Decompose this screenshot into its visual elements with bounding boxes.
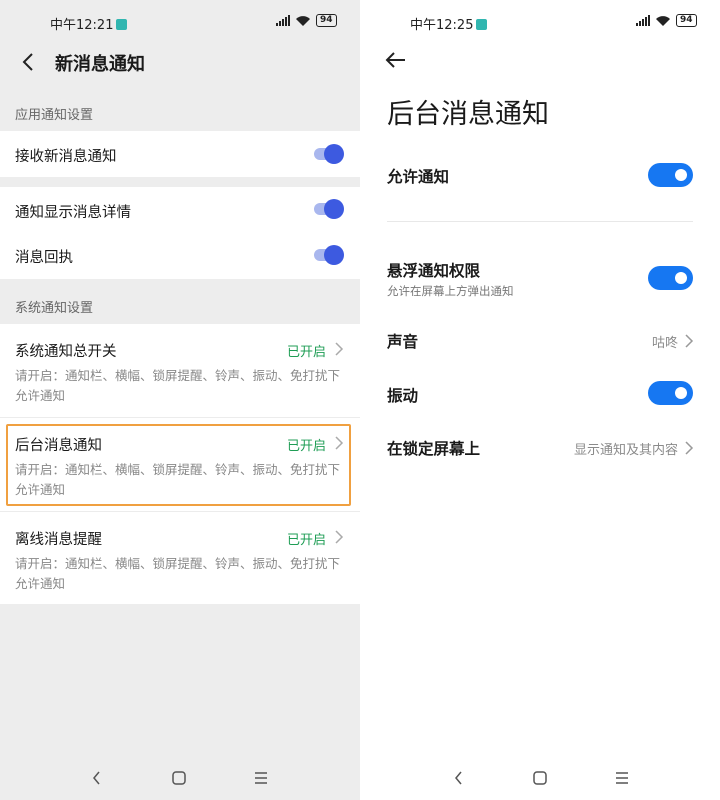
- navigation-bar: [0, 756, 360, 800]
- system-section-label: 系统通知设置: [15, 301, 94, 316]
- wifi-icon: [296, 15, 310, 26]
- nav-home-icon: [533, 771, 547, 785]
- back-arrow-icon[interactable]: [384, 48, 408, 72]
- detail-card: 通知显示消息详情 消息回执: [0, 187, 360, 279]
- allow-notification-label: 允许通知: [387, 168, 450, 186]
- new-message-notification-screen: 中午12:21 94 新消息通知 应用通知设置 接收新消息通知 通知显示消息详情…: [0, 0, 360, 800]
- chevron-right-icon: [685, 334, 694, 348]
- page-title: 后台消息通知: [387, 99, 549, 130]
- system-master-row[interactable]: 系统通知总开关 已开启 请开启：通知栏、横幅、锁屏提醒、铃声、振动、免打扰下允许…: [0, 324, 360, 418]
- background-notification-screen: 中午12:25 94 后台消息通知 允许通知 悬浮通知权限 允许在屏幕上方弹出通…: [360, 0, 720, 800]
- receipt-toggle[interactable]: [314, 245, 344, 265]
- system-master-status: 已开启: [286, 345, 326, 360]
- nav-back-icon: [92, 771, 100, 785]
- status-icons: 94: [636, 14, 697, 27]
- lockscreen-label: 在锁定屏幕上: [387, 440, 481, 458]
- chevron-right-icon: [685, 441, 694, 455]
- nav-menu-button[interactable]: [612, 768, 632, 788]
- lockscreen-row[interactable]: 在锁定屏幕上 显示通知及其内容: [360, 428, 720, 466]
- status-time: 中午12:25: [410, 14, 488, 33]
- nav-home-button[interactable]: [169, 768, 189, 788]
- receive-notification-row[interactable]: 接收新消息通知: [0, 131, 360, 177]
- back-button[interactable]: [14, 48, 42, 76]
- vibrate-row[interactable]: 振动: [360, 376, 720, 414]
- status-time: 中午12:21: [50, 14, 128, 33]
- nav-menu-icon: [616, 772, 628, 784]
- offline-reminder-desc: 请开启：通知栏、横幅、锁屏提醒、铃声、振动、免打扰下允许通知: [15, 556, 341, 591]
- floating-notification-sub: 允许在屏幕上方弹出通知: [387, 284, 514, 298]
- header: 新消息通知: [0, 40, 360, 84]
- allow-notification-toggle[interactable]: [648, 163, 693, 187]
- receipt-row[interactable]: 消息回执: [0, 233, 360, 279]
- system-master-desc: 请开启：通知栏、横幅、锁屏提醒、铃声、振动、免打扰下允许通知: [15, 368, 341, 403]
- receive-notification-label: 接收新消息通知: [15, 149, 117, 165]
- offline-reminder-status: 已开启: [286, 533, 326, 548]
- status-bar: 中午12:21 94: [0, 0, 360, 44]
- lockscreen-value: 显示通知及其内容: [573, 443, 678, 458]
- floating-notification-label: 悬浮通知权限: [387, 262, 481, 280]
- page-title: 新消息通知: [55, 54, 145, 75]
- app-notification-icon: [116, 19, 128, 30]
- divider: [387, 221, 693, 222]
- show-detail-label: 通知显示消息详情: [15, 205, 131, 221]
- vibrate-label: 振动: [387, 387, 419, 405]
- sound-row[interactable]: 声音 咕咚: [360, 322, 720, 360]
- app-notification-icon: [476, 19, 488, 30]
- signal-icon: [276, 15, 290, 26]
- sound-value: 咕咚: [651, 336, 678, 351]
- nav-back-icon: [454, 771, 462, 785]
- nav-menu-button[interactable]: [251, 768, 271, 788]
- nav-back-button[interactable]: [86, 768, 106, 788]
- offline-reminder-row[interactable]: 离线消息提醒 已开启 请开启：通知栏、横幅、锁屏提醒、铃声、振动、免打扰下允许通…: [0, 512, 360, 604]
- receive-notification-toggle[interactable]: [314, 144, 344, 164]
- highlight-box: [6, 424, 351, 506]
- nav-home-icon: [172, 771, 186, 785]
- nav-back-button[interactable]: [448, 768, 468, 788]
- back-chevron-icon: [22, 53, 33, 71]
- battery-icon: 94: [316, 14, 337, 27]
- show-detail-row[interactable]: 通知显示消息详情: [0, 187, 360, 233]
- allow-notification-row[interactable]: 允许通知: [360, 156, 720, 196]
- offline-reminder-title: 离线消息提醒: [15, 532, 102, 548]
- chevron-right-icon: [335, 530, 344, 544]
- receive-card: 接收新消息通知: [0, 131, 360, 177]
- nav-home-button[interactable]: [530, 768, 550, 788]
- nav-menu-icon: [255, 772, 267, 784]
- navigation-bar: [360, 756, 720, 800]
- wifi-icon: [656, 15, 670, 26]
- chevron-right-icon: [335, 342, 344, 356]
- floating-notification-row[interactable]: 悬浮通知权限 允许在屏幕上方弹出通知: [360, 252, 720, 302]
- floating-notification-toggle[interactable]: [648, 266, 693, 290]
- vibrate-toggle[interactable]: [648, 381, 693, 405]
- sound-label: 声音: [387, 333, 419, 351]
- status-bar: 中午12:25 94: [360, 0, 720, 44]
- show-detail-toggle[interactable]: [314, 199, 344, 219]
- app-section-label: 应用通知设置: [15, 108, 94, 123]
- signal-icon: [636, 15, 650, 26]
- status-icons: 94: [276, 14, 337, 27]
- system-master-title: 系统通知总开关: [15, 344, 117, 360]
- receipt-label: 消息回执: [15, 250, 73, 266]
- battery-icon: 94: [676, 14, 697, 27]
